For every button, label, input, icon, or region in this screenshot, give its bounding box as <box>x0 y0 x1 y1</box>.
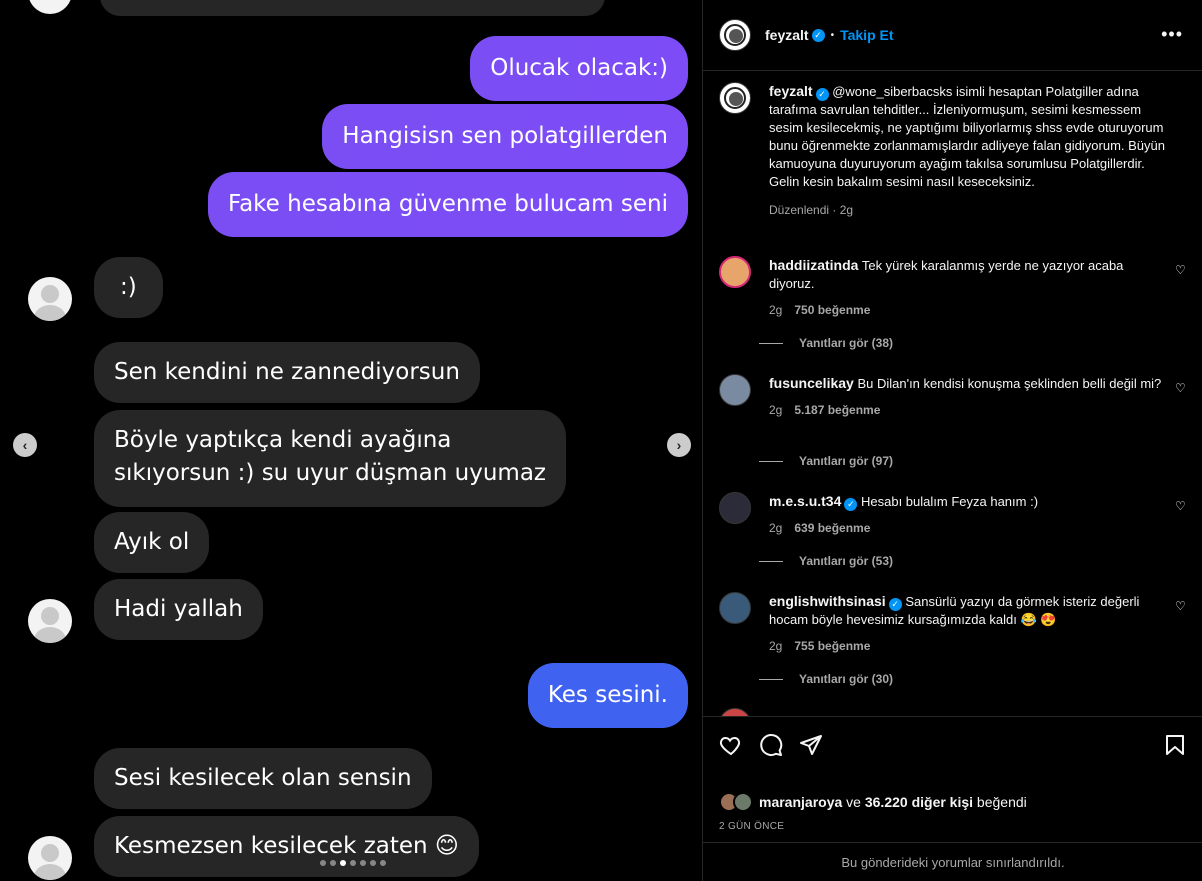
post-actions: maranjaroya ve 36.220 diğer kişi beğendi… <box>703 716 1202 881</box>
chat-bubble-incoming: Ayık ol <box>94 512 210 573</box>
comments-limited-notice: Bu gönderideki yorumlar sınırlandırıldı. <box>703 842 1202 881</box>
chat-bubble-incoming: :) <box>94 257 163 318</box>
verified-badge-icon: ✓ <box>815 88 829 101</box>
liked-by-text: beğendi <box>973 794 1027 810</box>
view-replies-link[interactable]: Yanıtları gör (53) <box>759 554 893 568</box>
caption-text: @wone_siberbacsks isimli hesaptan Polatg… <box>769 84 1165 189</box>
username-link[interactable]: fusuncelikay <box>769 375 854 391</box>
post-side-panel: feyzalt ✓ • Takip Et ••• feyzalt ✓ @wone_… <box>702 0 1202 881</box>
bookmark-icon[interactable] <box>1163 733 1187 757</box>
liked-by-text: ve <box>842 794 865 810</box>
heart-icon[interactable] <box>719 733 743 757</box>
view-replies-link[interactable]: Yanıtları gör (38) <box>759 336 893 350</box>
follow-button[interactable]: Takip Et <box>840 27 893 43</box>
carousel-dot <box>380 860 386 866</box>
comment-text: Hesabı bulalım Feyza hanım :) <box>861 494 1039 509</box>
chat-bubble-incoming: Kesmezsen kesilecek zaten 😊 <box>94 816 479 877</box>
heart-icon[interactable]: ♡ <box>1175 382 1187 394</box>
carousel-dot <box>360 860 366 866</box>
comment-likes[interactable]: 5.187 beğenme <box>794 403 880 417</box>
chat-bubble-outgoing: Kes sesini. <box>527 663 688 728</box>
avatar <box>28 0 72 14</box>
avatar <box>733 792 753 812</box>
view-replies-link[interactable]: Yanıtları gör (97) <box>759 454 893 468</box>
comment-time: 2g <box>769 639 783 653</box>
next-arrow-icon[interactable]: › <box>667 433 691 457</box>
verified-badge-icon: ✓ <box>844 498 858 511</box>
chat-bubble-outgoing: Fake hesabına güvenme bulucam seni <box>207 172 688 237</box>
previous-arrow-icon[interactable]: ‹ <box>13 433 37 457</box>
comment-likes[interactable]: 750 beğenme <box>794 303 870 317</box>
heart-icon[interactable]: ♡ <box>1175 264 1187 276</box>
post-time: 2 GÜN ÖNCE <box>719 821 785 832</box>
avatar[interactable] <box>719 82 751 114</box>
avatar[interactable] <box>719 708 751 716</box>
post-header: feyzalt ✓ • Takip Et ••• <box>703 0 1202 71</box>
separator: • <box>830 29 835 41</box>
carousel-dot <box>370 860 376 866</box>
chat-bubble-outgoing: Hangisisn sen polatgillerden <box>322 104 688 169</box>
chat-bubble-incoming: Sesi kesilecek olan sensin <box>94 748 432 809</box>
comment-time: 2g <box>769 521 783 535</box>
carousel-dot <box>320 860 326 866</box>
comment-likes[interactable]: 755 beğenme <box>794 639 870 653</box>
post-media: Olucak olacak:) Hangisisn sen polatgille… <box>0 0 702 881</box>
chat-bubble-incoming-multiline: Böyle yaptıkça kendi ayağına sıkıyorsun … <box>94 410 566 507</box>
more-options-icon[interactable]: ••• <box>1161 24 1183 45</box>
carousel-dot <box>340 860 346 866</box>
avatar <box>28 599 72 643</box>
avatar[interactable] <box>719 256 751 288</box>
carousel-dot <box>330 860 336 866</box>
username-link[interactable]: m.e.s.u.t34 <box>769 493 841 509</box>
verified-badge-icon: ✓ <box>811 28 825 42</box>
comment-text: Bu Dilan'ın kendisi konuşma şeklinden be… <box>857 376 1162 391</box>
chat-bubble-incoming <box>100 0 605 16</box>
avatar[interactable] <box>719 492 751 524</box>
caption-meta: Düzenlendi · 2g <box>769 203 854 217</box>
username-link[interactable]: englishwithsinasi <box>769 593 886 609</box>
heart-icon[interactable]: ♡ <box>1175 600 1187 612</box>
username-link[interactable]: haddiizatinda <box>769 257 858 273</box>
liked-by-others-link[interactable]: 36.220 diğer kişi <box>865 794 973 810</box>
chat-bubble-incoming: Hadi yallah <box>94 579 263 640</box>
username-link[interactable]: feyzalt <box>765 27 809 43</box>
liked-by: maranjaroya ve 36.220 diğer kişi beğendi <box>719 792 1027 812</box>
avatar[interactable] <box>719 19 751 51</box>
comments-list[interactable]: feyzalt ✓ @wone_siberbacsks isimli hesapt… <box>703 72 1202 716</box>
chat-bubble-outgoing: Olucak olacak:) <box>470 36 688 101</box>
comment-likes[interactable]: 639 beğenme <box>794 521 870 535</box>
comment-time: 2g <box>769 403 783 417</box>
avatar <box>28 277 72 321</box>
comment-time: 2g <box>769 303 783 317</box>
chat-bubble-incoming: Sen kendini ne zannediyorsun <box>94 342 480 403</box>
carousel-dots <box>320 860 386 866</box>
liked-by-user-link[interactable]: maranjaroya <box>759 794 842 810</box>
avatar <box>28 836 72 880</box>
username-link[interactable]: feyzalt <box>769 83 813 99</box>
comment-icon[interactable] <box>759 733 783 757</box>
avatar[interactable] <box>719 592 751 624</box>
chat-line: Böyle yaptıkça kendi ayağına <box>114 427 452 453</box>
view-replies-link[interactable]: Yanıtları gör (30) <box>759 672 893 686</box>
heart-icon[interactable]: ♡ <box>1175 500 1187 512</box>
carousel-dot <box>350 860 356 866</box>
chat-line: sıkıyorsun :) su uyur düşman uyumaz <box>114 460 546 486</box>
share-icon[interactable] <box>799 733 823 757</box>
avatar[interactable] <box>719 374 751 406</box>
verified-badge-icon: ✓ <box>888 598 902 611</box>
